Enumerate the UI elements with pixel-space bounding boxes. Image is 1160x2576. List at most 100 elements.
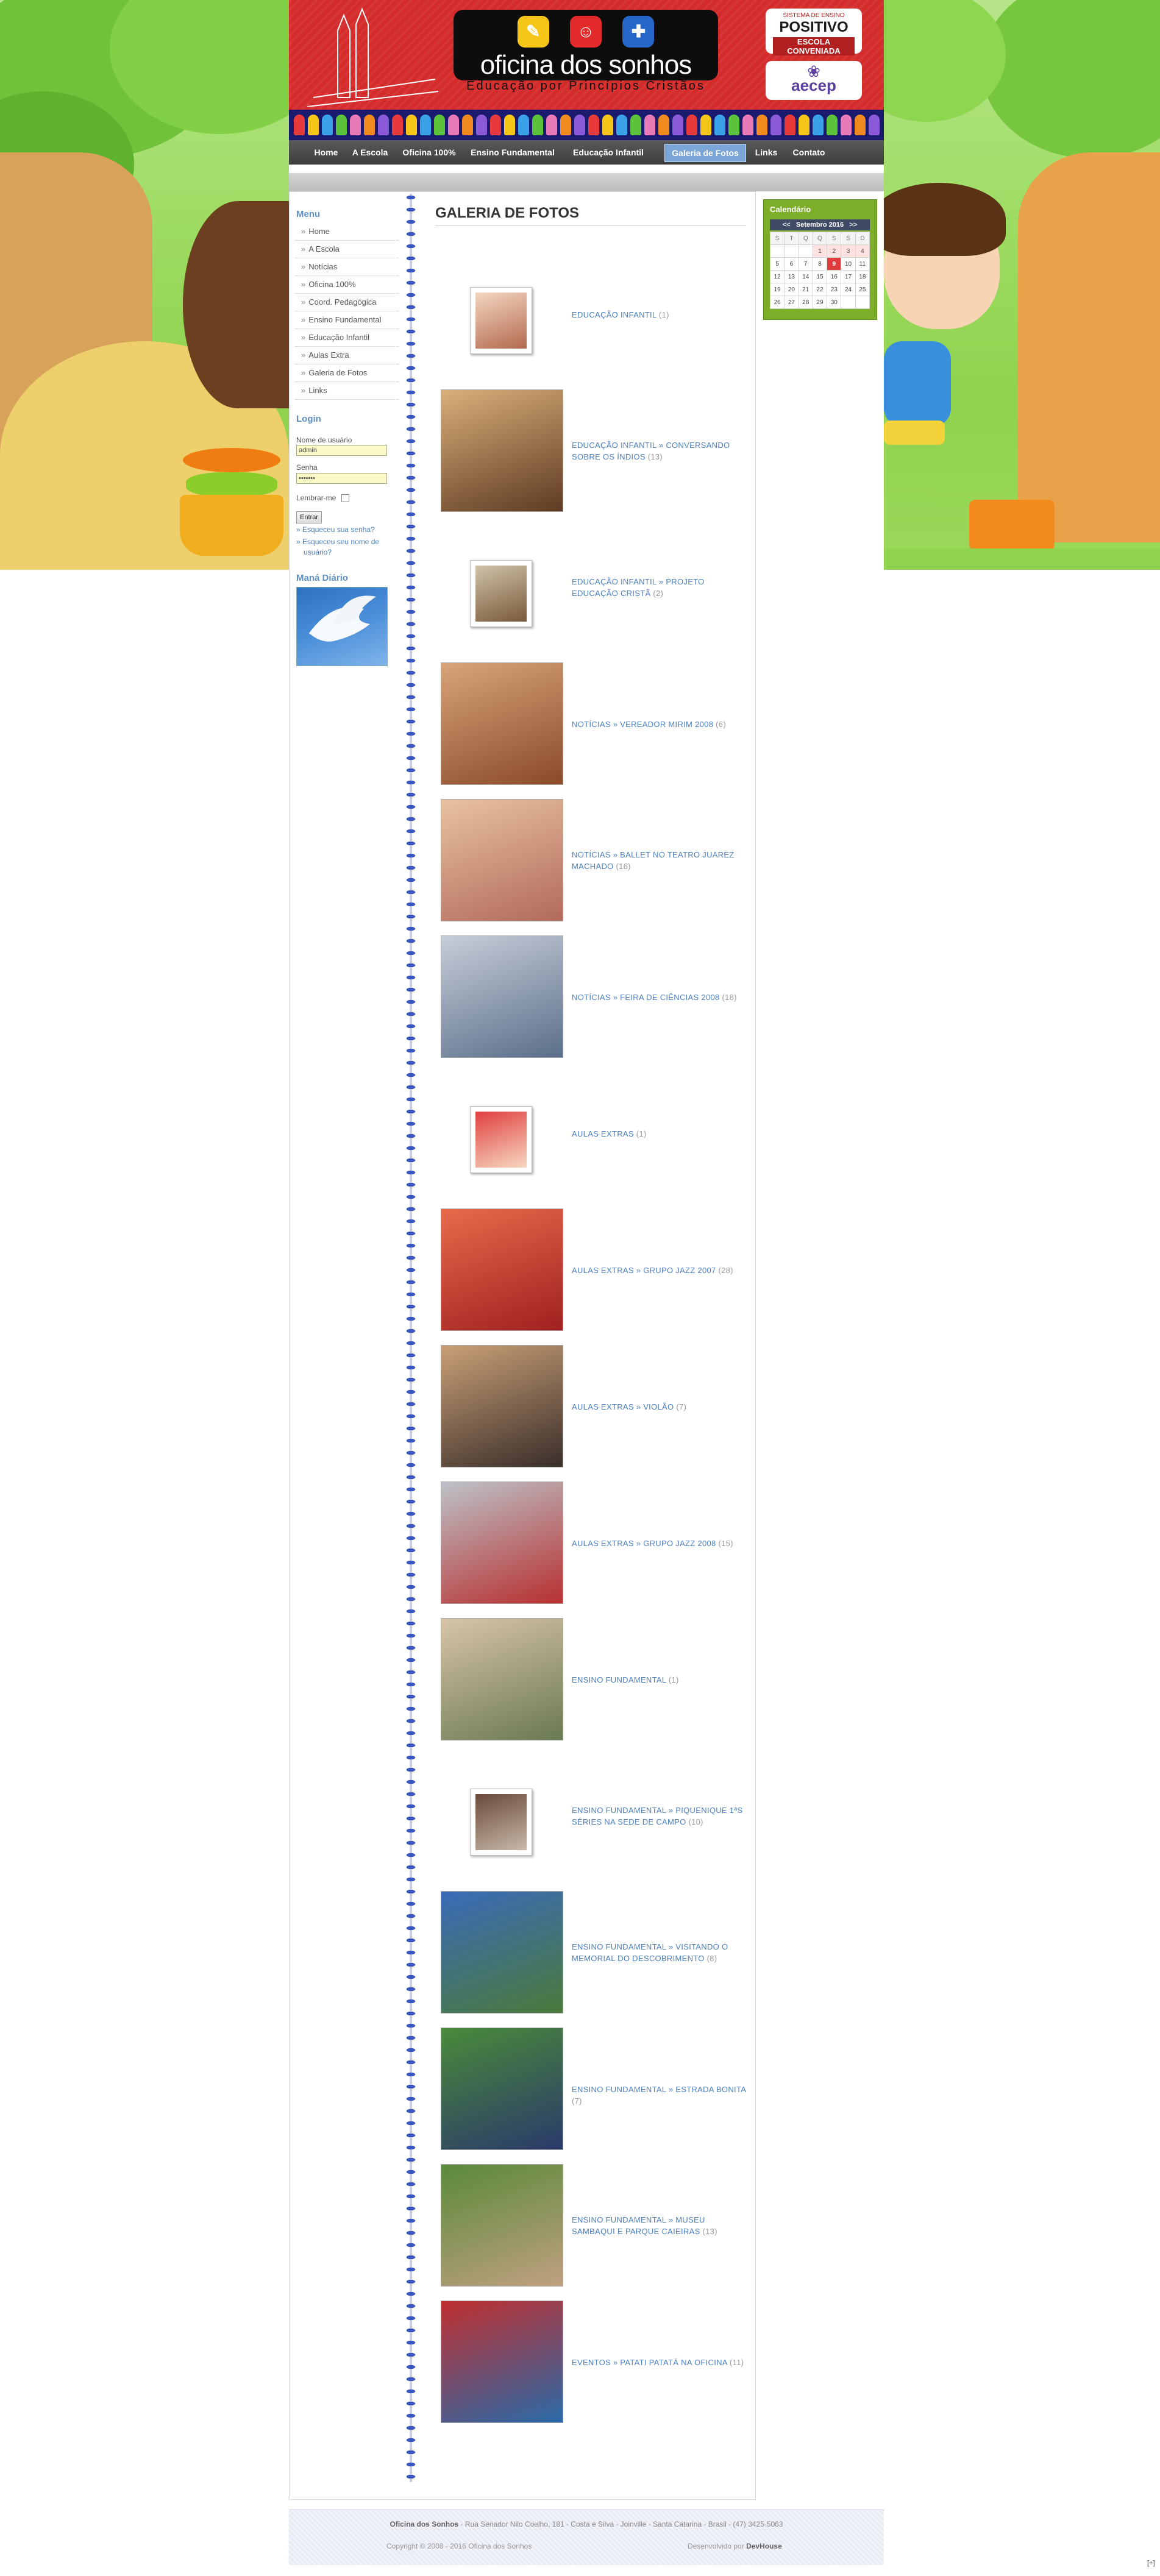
gallery-item-link[interactable]: EVENTOS » PATATI PATATÁ NA OFICINA (11) [572, 2357, 749, 2368]
gallery-thumbnail[interactable] [441, 935, 563, 1058]
calendar-day[interactable]: 21 [798, 283, 813, 296]
main-navigation: Home A Escola Oficina 100% Ensino Fundam… [289, 140, 884, 165]
gallery-thumbnail[interactable] [441, 2028, 563, 2150]
nav-galeria-de-fotos[interactable]: Galeria de Fotos [664, 144, 746, 162]
gallery-item-link[interactable]: AULAS EXTRAS » VIOLÃO (7) [572, 1401, 749, 1413]
expand-toggle[interactable]: [+] [1147, 2560, 1155, 2567]
gallery-item-count: (1) [636, 1129, 647, 1138]
gallery-item-link[interactable]: ENSINO FUNDAMENTAL » PIQUENIQUE 1ªS SÉRI… [572, 1804, 749, 1828]
username-field[interactable]: admin [296, 445, 387, 456]
gallery-item-link[interactable]: AULAS EXTRAS » GRUPO JAZZ 2008 (15) [572, 1538, 749, 1549]
login-submit-button[interactable]: Entrar [296, 511, 322, 523]
brand-logo[interactable]: ✎ ☺ ✚ oficina dos sonhos [454, 10, 718, 80]
gallery-item-link[interactable]: ENSINO FUNDAMENTAL » VISITANDO O MEMORIA… [572, 1941, 749, 1964]
nav-a-escola[interactable]: A Escola [349, 144, 391, 161]
developer-link[interactable]: DevHouse [746, 2542, 782, 2550]
calendar-day[interactable]: 20 [784, 283, 799, 296]
sidebar-item-home[interactable]: » Home [295, 223, 399, 241]
nav-oficina-100[interactable]: Oficina 100% [399, 144, 460, 161]
calendar-day[interactable]: 18 [855, 270, 870, 283]
password-field[interactable]: ••••••• [296, 473, 387, 484]
calendar-day[interactable]: 5 [769, 257, 785, 271]
gallery-item-link[interactable]: NOTÍCIAS » BALLET NO TEATRO JUAREZ MACHA… [572, 849, 749, 872]
gallery-thumbnail[interactable] [470, 287, 532, 354]
gallery-thumbnail[interactable] [441, 1481, 563, 1604]
child-figure-icon [869, 115, 880, 135]
calendar-day[interactable]: 6 [784, 257, 799, 271]
calendar-day[interactable]: 29 [812, 296, 828, 309]
calendar-day[interactable]: 16 [827, 270, 842, 283]
calendar-day[interactable]: 14 [798, 270, 813, 283]
sidebar-item-galeria-de-fotos[interactable]: » Galeria de Fotos [295, 364, 399, 382]
calendar-day[interactable]: 11 [855, 257, 870, 271]
gallery-thumbnail[interactable] [441, 1345, 563, 1467]
dove-image[interactable] [296, 587, 388, 666]
arrow-icon: » [301, 244, 306, 254]
gallery-item-link[interactable]: ENSINO FUNDAMENTAL » ESTRADA BONITA (7) [572, 2084, 749, 2107]
nav-home[interactable]: Home [311, 144, 341, 161]
calendar-day[interactable]: 10 [841, 257, 856, 271]
gallery-thumbnail[interactable] [441, 2164, 563, 2287]
sidebar-item-noticias[interactable]: » Notícias [295, 258, 399, 276]
gallery-item-link[interactable]: NOTÍCIAS » FEIRA DE CIÊNCIAS 2008 (18) [572, 992, 749, 1003]
calendar-day[interactable]: 1 [812, 244, 828, 258]
gallery-item-link[interactable]: ENSINO FUNDAMENTAL (1) [572, 1674, 749, 1686]
gallery-thumbnail[interactable] [441, 2301, 563, 2423]
positivo-logo[interactable]: SISTEMA DE ENSINO POSITIVO ESCOLA CONVEN… [766, 9, 862, 55]
gallery-thumbnail[interactable] [441, 1618, 563, 1740]
forgot-username-link[interactable]: » Esqueceu seu nome de usuário? [296, 537, 394, 558]
sidebar-item-links[interactable]: » Links [295, 382, 399, 400]
child-figure-icon [799, 115, 810, 135]
sidebar-item-educacao-infantil[interactable]: » Educação Infantil [295, 329, 399, 347]
calendar-day[interactable]: 22 [812, 283, 828, 296]
calendar-day[interactable]: 2 [827, 244, 842, 258]
calendar-day[interactable]: 7 [798, 257, 813, 271]
calendar-day[interactable]: 9 [827, 257, 842, 271]
calendar-day[interactable]: 25 [855, 283, 870, 296]
gallery-item-link[interactable]: AULAS EXTRAS » GRUPO JAZZ 2007 (28) [572, 1265, 749, 1276]
gallery-thumbnail[interactable] [441, 1891, 563, 2014]
gallery-thumbnail[interactable] [441, 662, 563, 785]
gallery-thumbnail[interactable] [441, 389, 563, 512]
site-footer: Oficina dos Sonhos - Rua Senador Nilo Co… [289, 2510, 884, 2565]
sidebar-item-oficina-100[interactable]: » Oficina 100% [295, 276, 399, 294]
sidebar-item-aulas-extra[interactable]: » Aulas Extra [295, 347, 399, 364]
nav-links[interactable]: Links [751, 144, 781, 161]
gallery-item-link[interactable]: AULAS EXTRAS (1) [572, 1128, 749, 1140]
calendar-day[interactable]: 8 [812, 257, 828, 271]
calendar-day[interactable]: 15 [812, 270, 828, 283]
nav-ensino-fundamental[interactable]: Ensino Fundamental [467, 144, 558, 161]
calendar-prev-button[interactable]: << [783, 221, 791, 229]
nav-educacao-infantil[interactable]: Educação Infantil [566, 144, 651, 161]
calendar-next-button[interactable]: >> [849, 221, 857, 229]
gallery-item-link[interactable]: NOTÍCIAS » VEREADOR MIRIM 2008 (6) [572, 719, 749, 730]
calendar-day[interactable]: 19 [769, 283, 785, 296]
calendar-day[interactable]: 3 [841, 244, 856, 258]
gallery-item-link[interactable]: EDUCAÇÃO INFANTIL (1) [572, 309, 749, 321]
aecep-logo[interactable]: ❀ aecep [766, 61, 862, 100]
sidebar-item-ensino-fundamental[interactable]: » Ensino Fundamental [295, 311, 399, 329]
gallery-thumbnail[interactable] [470, 1106, 532, 1173]
calendar-day[interactable]: 12 [769, 270, 785, 283]
gallery-thumbnail[interactable] [441, 1208, 563, 1331]
calendar-day[interactable]: 17 [841, 270, 856, 283]
calendar-day[interactable]: 4 [855, 244, 870, 258]
gallery-item-link[interactable]: EDUCAÇÃO INFANTIL » PROJETO EDUCAÇÃO CRI… [572, 576, 749, 599]
gallery-item-link[interactable]: EDUCAÇÃO INFANTIL » CONVERSANDO SOBRE OS… [572, 439, 749, 463]
calendar-day[interactable]: 24 [841, 283, 856, 296]
calendar-day[interactable]: 30 [827, 296, 842, 309]
gallery-thumbnail[interactable] [470, 1789, 532, 1856]
remember-me-checkbox[interactable] [341, 494, 349, 502]
nav-contato[interactable]: Contato [788, 144, 830, 161]
forgot-password-link[interactable]: » Esqueceu sua senha? [296, 525, 375, 534]
sidebar-item-a-escola[interactable]: » A Escola [295, 241, 399, 258]
sidebar-item-coord-pedagogica[interactable]: » Coord. Pedagógica [295, 294, 399, 311]
calendar-day[interactable]: 23 [827, 283, 842, 296]
gallery-thumbnail[interactable] [470, 560, 532, 627]
calendar-day[interactable]: 28 [798, 296, 813, 309]
calendar-day[interactable]: 27 [784, 296, 799, 309]
calendar-day[interactable]: 13 [784, 270, 799, 283]
gallery-thumbnail[interactable] [441, 799, 563, 921]
gallery-item-link[interactable]: ENSINO FUNDAMENTAL » MUSEU SAMBAQUI E PA… [572, 2214, 749, 2237]
calendar-day[interactable]: 26 [769, 296, 785, 309]
